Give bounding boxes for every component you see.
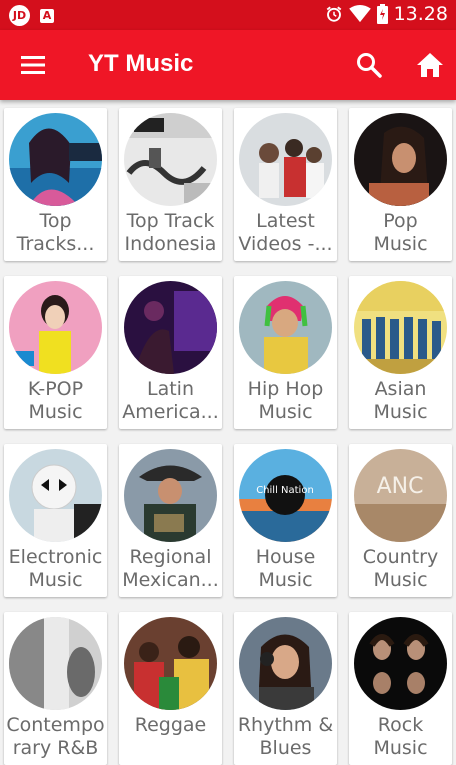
- thumbnail-image: [124, 449, 217, 542]
- category-card-hip-hop-music[interactable]: Hip Hop Music: [234, 276, 337, 429]
- category-card-top-track-indonesia[interactable]: Top Track Indonesia: [119, 108, 222, 261]
- category-card-electronic-music[interactable]: Electronic Music: [4, 444, 107, 597]
- category-label: Hip Hop Music: [247, 378, 324, 423]
- category-card-latin-america[interactable]: Latin America...: [119, 276, 222, 429]
- category-label: House Music: [255, 546, 316, 591]
- category-card-pop-music[interactable]: Pop Music: [349, 108, 452, 261]
- category-card-asian-music[interactable]: Asian Music: [349, 276, 452, 429]
- category-label: Electronic Music: [8, 546, 103, 591]
- thumbnail-image: Chill Nation: [239, 449, 332, 542]
- app-title: YT Music: [88, 50, 194, 77]
- category-card-rhythm-blues[interactable]: Rhythm & Blues: [234, 612, 337, 765]
- category-label: Regional Mexican...: [122, 546, 219, 591]
- category-label: Reggae: [134, 714, 207, 736]
- category-card-contemporary-rnb[interactable]: Contempo rary R&B: [4, 612, 107, 765]
- thumbnail-image: [9, 113, 102, 206]
- thumbnail-image: [354, 113, 447, 206]
- thumbnail-image: [239, 113, 332, 206]
- thumbnail-image: [9, 617, 102, 710]
- country-thumb-text: ANC: [377, 474, 424, 499]
- thumbnail-image: [9, 281, 102, 374]
- category-card-house-music[interactable]: Chill Nation House Music: [234, 444, 337, 597]
- category-card-regional-mexican[interactable]: Regional Mexican...: [119, 444, 222, 597]
- battery-icon: [376, 4, 388, 24]
- category-card-latest-videos[interactable]: Latest Videos -...: [234, 108, 337, 261]
- thumbnail-image: [239, 281, 332, 374]
- wifi-icon: [348, 5, 371, 23]
- category-label: Latin America...: [122, 378, 219, 423]
- menu-icon[interactable]: [20, 52, 46, 78]
- status-bar: JD A 13.28: [0, 0, 456, 30]
- home-icon[interactable]: [415, 50, 445, 80]
- category-label: K-POP Music: [27, 378, 84, 423]
- status-time: 13.28: [393, 3, 448, 25]
- search-icon[interactable]: [356, 52, 382, 78]
- app-toolbar: YT Music: [0, 30, 456, 100]
- category-label: Rhythm & Blues: [237, 714, 334, 759]
- thumbnail-image: [124, 113, 217, 206]
- category-label: Contempo rary R&B: [6, 714, 105, 759]
- category-label: Latest Videos -...: [238, 210, 333, 255]
- category-card-rock-music[interactable]: Rock Music: [349, 612, 452, 765]
- category-label: Rock Music: [373, 714, 428, 759]
- house-logo-text-1: Chill Nation: [256, 485, 314, 496]
- alarm-icon: [326, 6, 341, 22]
- a-app-icon: A: [40, 8, 54, 23]
- thumbnail-image: [354, 617, 447, 710]
- thumbnail-image: [354, 281, 447, 374]
- category-label: Top Tracks...: [16, 210, 95, 255]
- thumbnail-image: [239, 617, 332, 710]
- category-card-top-tracks[interactable]: Top Tracks...: [4, 108, 107, 261]
- category-label: Top Track Indonesia: [124, 210, 217, 255]
- category-card-k-pop-music[interactable]: K-POP Music: [4, 276, 107, 429]
- thumbnail-image: [9, 449, 102, 542]
- thumbnail-image: [124, 617, 217, 710]
- category-card-reggae[interactable]: Reggae: [119, 612, 222, 765]
- category-label: Pop Music: [373, 210, 428, 255]
- jd-app-icon: JD: [9, 5, 30, 26]
- thumbnail-image: ANC: [354, 449, 447, 542]
- category-label: Country Music: [362, 546, 439, 591]
- category-label: Asian Music: [373, 378, 428, 423]
- category-card-country-music[interactable]: ANC Country Music: [349, 444, 452, 597]
- thumbnail-image: [124, 281, 217, 374]
